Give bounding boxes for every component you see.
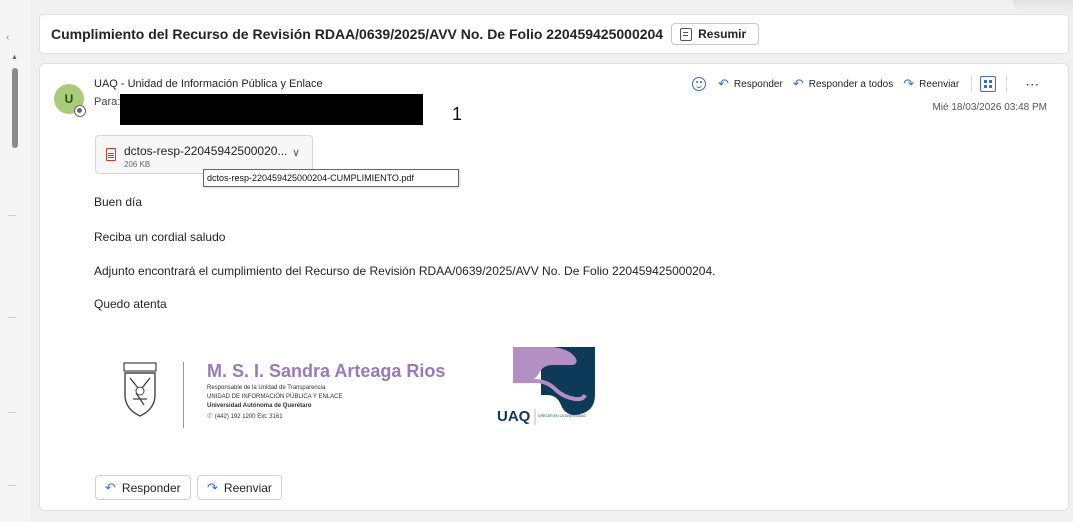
recipient-count: 1 (452, 104, 463, 124)
rail-divider (8, 412, 16, 413)
signature-role: Responsable de la Unidad de Transparenci… (207, 385, 326, 391)
presence-badge-icon (74, 105, 86, 117)
signature-divider (183, 362, 184, 428)
sender-name[interactable]: UAQ - Unidad de Información Pública y En… (94, 78, 323, 90)
message-actions: ↶ Responder ↶ Responder a todos ↷ Reenvi… (692, 74, 1040, 94)
top-corner-decoration (1013, 0, 1073, 14)
reply-icon: ↶ (105, 479, 116, 495)
footer-forward-label: Reenviar (223, 480, 272, 495)
rail-collapse-icon[interactable]: ‹ (6, 32, 9, 43)
reply-button[interactable]: ↶ Responder (718, 76, 783, 92)
reply-all-label: Responder a todos (808, 78, 894, 90)
university-seal-icon (123, 362, 157, 417)
signature-phone-line: ✆ (442) 192 1200 Ext. 3161 (207, 412, 283, 420)
actions-divider (971, 75, 973, 93)
signature-name: M. S. I. Sandra Arteaga Rios (207, 361, 446, 381)
body-paragraph: Adjunto encontrará el cumplimiento del R… (94, 264, 716, 278)
subject-title: Cumplimiento del Recurso de Revisión RDA… (51, 26, 664, 42)
body-paragraph: Buen día (94, 195, 143, 209)
reply-label: Responder (733, 78, 783, 90)
subject-bar: Cumplimiento del Recurso de Revisión RDA… (39, 14, 1069, 54)
body-paragraph: Quedo atenta (94, 297, 167, 311)
rail-divider (8, 215, 16, 216)
summarize-icon (680, 27, 693, 41)
footer-reply-label: Responder (121, 480, 181, 495)
forward-icon: ↷ (903, 76, 915, 91)
pdf-icon (106, 148, 116, 161)
left-rail: ‹ ▲ (0, 0, 30, 522)
signature-phone: (442) 192 1200 Ext. 3161 (214, 414, 283, 420)
logo-tagline: CRECER EN LA DIVERSIDAD (538, 414, 587, 418)
signature-university: Universidad Autónoma de Querétaro (207, 403, 312, 409)
chevron-down-icon[interactable]: ∨ (292, 146, 300, 159)
rail-divider (8, 485, 16, 486)
forward-button[interactable]: ↷ Reenviar (903, 76, 959, 92)
top-strip (30, 0, 1073, 8)
attachment-name: dctos-resp-22045942500020... (124, 144, 288, 158)
scrollbar-thumb[interactable] (12, 68, 18, 148)
reply-all-icon: ↶ (792, 76, 804, 91)
summarize-label: Resumir (698, 27, 747, 41)
apps-icon[interactable] (980, 76, 997, 92)
reply-icon: ↶ (718, 76, 729, 91)
signature-unit: UNIDAD DE INFORMACIÓN PÚBLICA Y ENLACE (207, 394, 343, 400)
footer-reply-button[interactable]: ↶ Responder (95, 475, 191, 500)
more-options-icon[interactable]: ⋯ (1025, 76, 1040, 93)
reply-all-button[interactable]: ↶ Responder a todos (793, 76, 893, 92)
attachment-tooltip: dctos-resp-220459425000204-CUMPLIMIENTO.… (203, 169, 459, 187)
attachment-size: 206 KB (124, 160, 151, 169)
footer-forward-button[interactable]: ↷ Reenviar (197, 475, 282, 500)
uaq-logo: UAQ CRECER EN LA DIVERSIDAD (497, 347, 595, 425)
redacted-recipient (120, 94, 423, 125)
body-paragraph: Reciba un cordial saludo (94, 230, 226, 244)
forward-icon: ↷ (207, 479, 218, 495)
to-label: Para: (94, 96, 121, 108)
rail-divider (8, 317, 16, 318)
message-card: U UAQ - Unidad de Información Pública y … (39, 63, 1069, 511)
emoji-reaction-icon[interactable] (692, 77, 706, 91)
actions-divider (1006, 75, 1008, 93)
message-date: Mié 18/03/2026 03:48 PM (932, 102, 1047, 113)
phone-icon: ✆ (207, 413, 213, 420)
scroll-up-arrow[interactable]: ▲ (11, 54, 18, 61)
forward-label: Reenviar (919, 78, 960, 90)
summarize-button[interactable]: Resumir (671, 23, 760, 45)
logo-text: UAQ (497, 408, 531, 425)
avatar-initial: U (64, 92, 74, 106)
